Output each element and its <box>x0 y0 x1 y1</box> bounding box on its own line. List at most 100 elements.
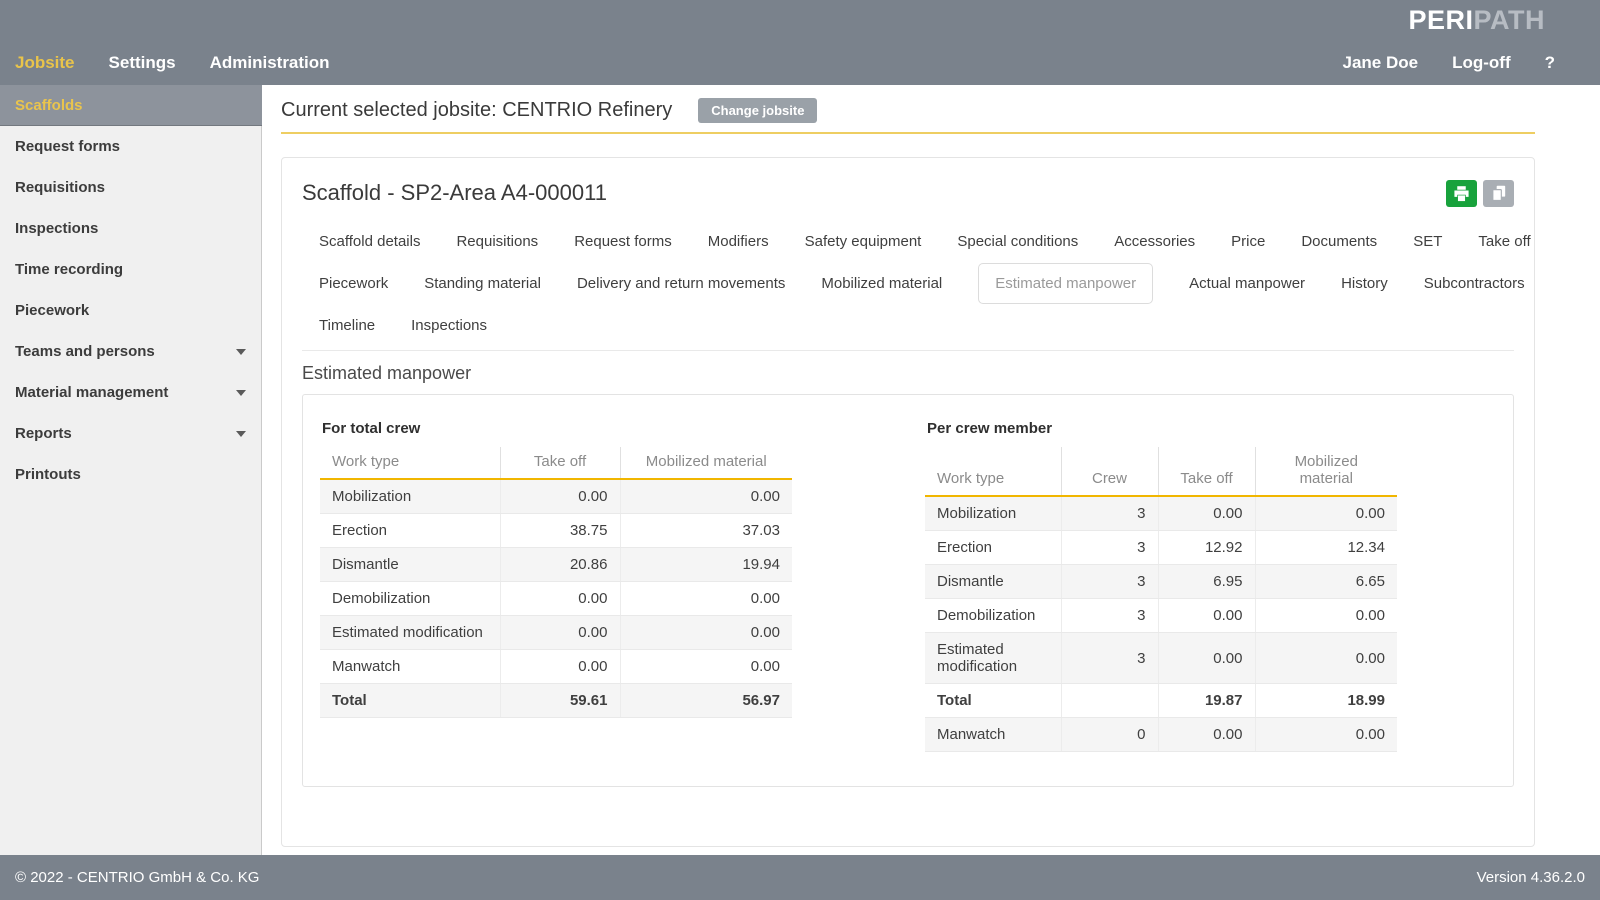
tab-mobilized-material[interactable]: Mobilized material <box>821 275 942 292</box>
cell-manwatch-take-off: 0.00 <box>500 650 620 684</box>
tab-subcontractors[interactable]: Subcontractors <box>1424 275 1525 292</box>
sidebar-item-teams-and-persons[interactable]: Teams and persons <box>0 331 261 372</box>
cell-dismantle-work-type: Dismantle <box>320 548 500 582</box>
cell-total-mobilized-material: 18.99 <box>1255 684 1397 718</box>
cell-demobilization-take-off: 0.00 <box>1158 599 1255 633</box>
copy-button[interactable] <box>1483 180 1514 207</box>
tab-delivery-and-return-movements[interactable]: Delivery and return movements <box>577 275 785 292</box>
sidebar-item-scaffolds[interactable]: Scaffolds <box>0 85 262 126</box>
tab-history[interactable]: History <box>1341 275 1388 292</box>
cell-manwatch-crew: 0 <box>1061 718 1158 752</box>
sidebar-item-label: Request forms <box>15 126 120 167</box>
print-icon <box>1453 186 1470 202</box>
body-row: ScaffoldsRequest formsRequisitionsInspec… <box>0 85 1600 855</box>
cell-estimated-modification-take-off: 0.00 <box>500 616 620 650</box>
cell-estimated-modification-mobilized-material: 0.00 <box>620 616 792 650</box>
tab-safety-equipment[interactable]: Safety equipment <box>805 233 922 250</box>
table-row-mobilization: Mobilization30.000.00 <box>925 496 1397 531</box>
cell-total-mobilized-material: 56.97 <box>620 684 792 718</box>
sidebar-item-label: Printouts <box>15 454 81 495</box>
copyright-text: © 2022 - CENTRIO GmbH & Co. KG <box>15 869 259 886</box>
tab-accessories[interactable]: Accessories <box>1114 233 1195 250</box>
sidebar-item-reports[interactable]: Reports <box>0 413 261 454</box>
per-crew-member-table: Work typeCrewTake offMobilized materialM… <box>925 447 1397 752</box>
cell-total-take-off: 59.61 <box>500 684 620 718</box>
column-header-crew: Crew <box>1061 447 1158 496</box>
sidebar-item-material-management[interactable]: Material management <box>0 372 261 413</box>
tab-timeline[interactable]: Timeline <box>319 317 375 334</box>
sidebar-item-requisitions[interactable]: Requisitions <box>0 167 261 208</box>
cell-manwatch-work-type: Manwatch <box>320 650 500 684</box>
tab-request-forms[interactable]: Request forms <box>574 233 672 250</box>
tab-estimated-manpower[interactable]: Estimated manpower <box>978 263 1153 304</box>
scaffold-card-header: Scaffold - SP2-Area A4-000011 <box>302 174 1514 207</box>
peripath-app: PERIPATH Jobsite Settings Administration J… <box>0 0 1600 900</box>
tab-set[interactable]: SET <box>1413 233 1442 250</box>
menu-item-settings[interactable]: Settings <box>109 53 176 73</box>
sidebar-item-time-recording[interactable]: Time recording <box>0 249 261 290</box>
cell-estimated-modification-mobilized-material: 0.00 <box>1255 633 1397 684</box>
cell-demobilization-mobilized-material: 0.00 <box>620 582 792 616</box>
tab-price[interactable]: Price <box>1231 233 1265 250</box>
cell-demobilization-work-type: Demobilization <box>925 599 1061 633</box>
print-button[interactable] <box>1446 180 1477 207</box>
table-row-manwatch: Manwatch00.000.00 <box>925 718 1397 752</box>
tab-requisitions[interactable]: Requisitions <box>456 233 538 250</box>
tab-scaffold-details[interactable]: Scaffold details <box>319 233 420 250</box>
cell-mobilization-mobilized-material: 0.00 <box>1255 496 1397 531</box>
sidebar-item-inspections[interactable]: Inspections <box>0 208 261 249</box>
cell-dismantle-take-off: 6.95 <box>1158 565 1255 599</box>
jobsite-header-divider <box>281 132 1535 134</box>
tab-modifiers[interactable]: Modifiers <box>708 233 769 250</box>
table-row-total: Total19.8718.99 <box>925 684 1397 718</box>
chevron-down-icon <box>236 431 246 437</box>
manpower-panel: For total crew Work typeTake offMobilize… <box>302 394 1514 787</box>
tab-piecework[interactable]: Piecework <box>319 275 388 292</box>
main-menu-left: Jobsite Settings Administration <box>15 53 330 73</box>
sidebar-item-label: Teams and persons <box>15 331 155 372</box>
total-crew-table-container: For total crew Work typeTake offMobilize… <box>320 412 792 769</box>
cell-erection-work-type: Erection <box>925 531 1061 565</box>
chevron-down-icon <box>236 349 246 355</box>
logo-text-secondary: PATH <box>1474 5 1546 35</box>
per-crew-member-table-title: Per crew member <box>927 420 1397 437</box>
change-jobsite-button[interactable]: Change jobsite <box>698 98 817 123</box>
table-row-erection: Erection38.7537.03 <box>320 514 792 548</box>
cell-mobilization-take-off: 0.00 <box>1158 496 1255 531</box>
tab-special-conditions[interactable]: Special conditions <box>957 233 1078 250</box>
tab-standing-material[interactable]: Standing material <box>424 275 541 292</box>
cell-mobilization-work-type: Mobilization <box>320 479 500 514</box>
cell-dismantle-take-off: 20.86 <box>500 548 620 582</box>
column-header-work-type: Work type <box>925 447 1061 496</box>
sidebar-item-label: Reports <box>15 413 72 454</box>
tabs-divider <box>302 350 1514 351</box>
cell-erection-take-off: 38.75 <box>500 514 620 548</box>
cell-dismantle-mobilized-material: 19.94 <box>620 548 792 582</box>
chevron-down-icon <box>236 390 246 396</box>
tab-inspections[interactable]: Inspections <box>411 317 487 334</box>
sidebar-item-request-forms[interactable]: Request forms <box>0 126 261 167</box>
logo-row: PERIPATH <box>0 0 1600 40</box>
scaffold-card: Scaffold - SP2-Area A4-000011 <box>281 157 1535 847</box>
table-row-mobilization: Mobilization0.000.00 <box>320 479 792 514</box>
tab-actual-manpower[interactable]: Actual manpower <box>1189 275 1305 292</box>
menu-item-administration[interactable]: Administration <box>210 53 330 73</box>
menu-item-jane-doe[interactable]: Jane Doe <box>1342 53 1418 73</box>
table-row-demobilization: Demobilization30.000.00 <box>925 599 1397 633</box>
cell-manwatch-work-type: Manwatch <box>925 718 1061 752</box>
column-header-take-off: Take off <box>1158 447 1255 496</box>
column-header-mobilized-material: Mobilized material <box>620 447 792 479</box>
menu-item-jobsite[interactable]: Jobsite <box>15 53 75 73</box>
tab-take-off[interactable]: Take off <box>1478 233 1530 250</box>
sidebar-item-printouts[interactable]: Printouts <box>0 454 261 495</box>
cell-mobilization-work-type: Mobilization <box>925 496 1061 531</box>
menu-item-help[interactable]: ? <box>1545 53 1555 73</box>
tab-documents[interactable]: Documents <box>1301 233 1377 250</box>
section-title: Estimated manpower <box>302 363 1514 384</box>
sidebar-item-piecework[interactable]: Piecework <box>0 290 261 331</box>
menu-item-log-off[interactable]: Log-off <box>1452 53 1511 73</box>
cell-demobilization-mobilized-material: 0.00 <box>1255 599 1397 633</box>
cell-total-work-type: Total <box>320 684 500 718</box>
cell-mobilization-mobilized-material: 0.00 <box>620 479 792 514</box>
table-row-demobilization: Demobilization0.000.00 <box>320 582 792 616</box>
